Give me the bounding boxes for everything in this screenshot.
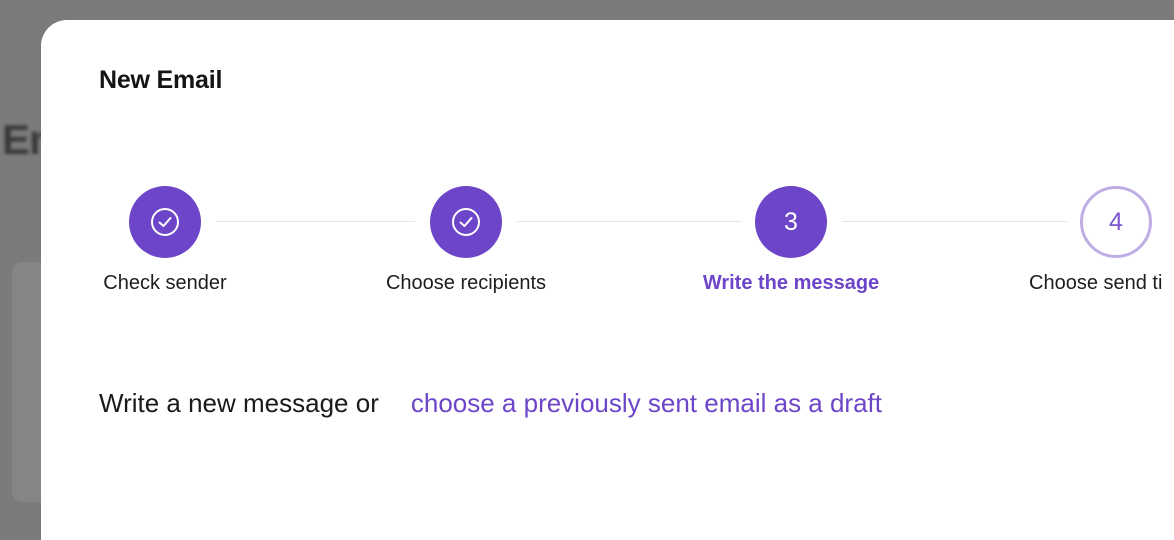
check-circle-icon <box>151 208 179 236</box>
message-prompt-row: Write a new message or choose a previousl… <box>99 388 882 419</box>
choose-draft-link[interactable]: choose a previously sent email as a draf… <box>411 388 882 418</box>
step-2-label: Choose recipients <box>385 272 547 294</box>
step-3-circle[interactable]: 3 <box>755 186 827 258</box>
check-circle-icon <box>452 208 480 236</box>
step-1-label: Check sender <box>103 272 227 294</box>
step-2-circle[interactable] <box>430 186 502 258</box>
step-connector <box>517 221 741 222</box>
step-4-label: Choose send ti <box>1029 272 1163 294</box>
step-connector <box>216 221 415 222</box>
step-connector <box>842 221 1067 222</box>
message-prompt-text: Write a new message or <box>99 388 379 418</box>
step-3-number: 3 <box>784 207 798 236</box>
modal-title: New Email <box>99 66 223 94</box>
step-3-label: Write the message <box>702 272 880 294</box>
step-1-circle[interactable] <box>129 186 201 258</box>
step-4-number: 4 <box>1109 207 1123 236</box>
step-4-circle[interactable]: 4 <box>1080 186 1152 258</box>
new-email-modal: New Email Check sender Choose recipients… <box>41 20 1174 540</box>
